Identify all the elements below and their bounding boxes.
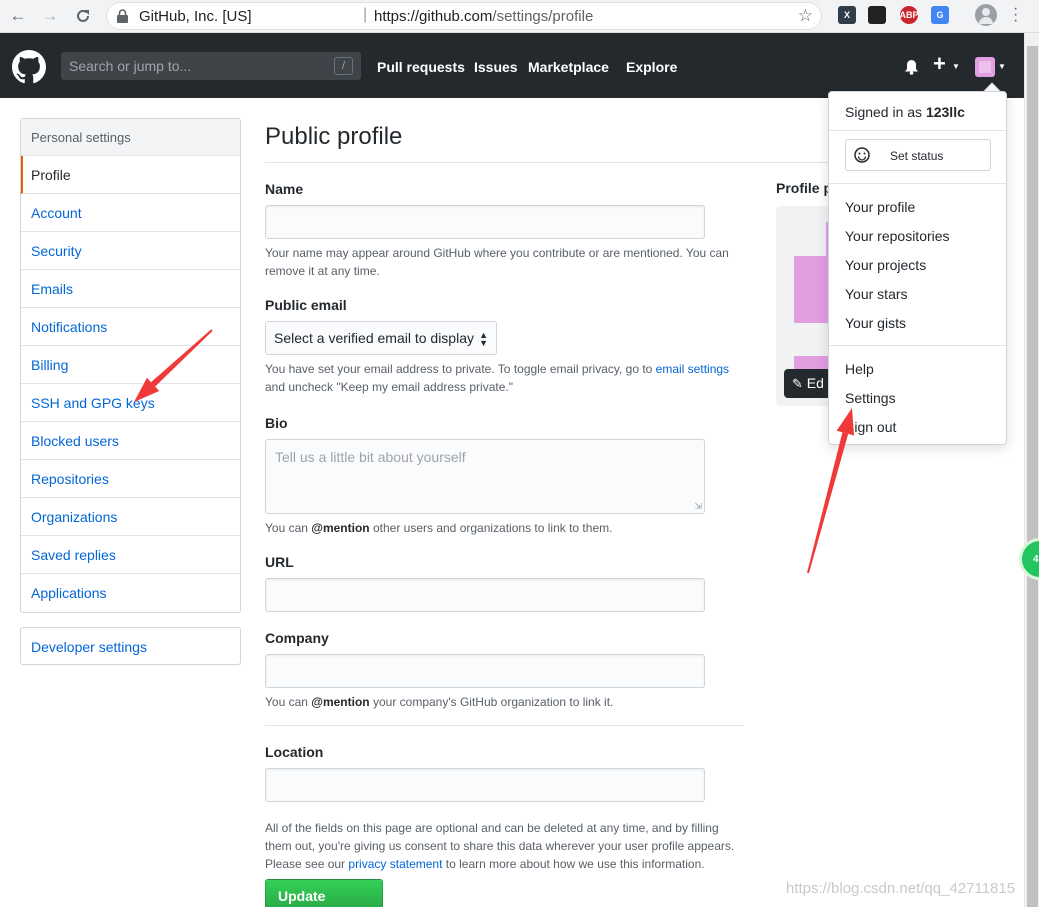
email-settings-link[interactable]: email settings <box>656 362 729 376</box>
sidebar-item-repositories[interactable]: Repositories <box>21 460 240 498</box>
sidebar-item-security[interactable]: Security <box>21 232 240 270</box>
sidebar-item-developer-settings[interactable]: Developer settings <box>20 627 241 665</box>
lock-icon <box>117 9 128 23</box>
github-header: Search or jump to... / Pull requests Iss… <box>0 33 1024 98</box>
update-profile-button[interactable]: Update profile <box>265 879 383 907</box>
bio-label: Bio <box>265 415 288 431</box>
sidebar-item-ssh-gpg-keys[interactable]: SSH and GPG keys <box>21 384 240 422</box>
settings-sidebar: Personal settings Profile Account Securi… <box>20 118 241 613</box>
url-path: /settings/profile <box>492 8 594 25</box>
adblock-icon[interactable]: ABP <box>900 6 919 24</box>
user-avatar[interactable] <box>975 57 995 77</box>
menu-item-your-repositories[interactable]: Your repositories <box>845 228 950 244</box>
dropdown-username: 123llc <box>925 104 965 120</box>
url-text: https://github.com/settings/profile <box>374 8 593 25</box>
menu-item-your-projects[interactable]: Your projects <box>845 257 926 273</box>
url-host: https://github.com <box>374 8 493 25</box>
x-ext-icon[interactable]: X <box>838 6 856 24</box>
nav-marketplace[interactable]: Marketplace <box>528 59 609 75</box>
omnibox-separator: | <box>363 6 368 23</box>
page-title: Public profile <box>265 123 403 150</box>
menu-item-your-gists[interactable]: Your gists <box>845 315 906 331</box>
select-arrows-icon: ▲ ▼ <box>479 330 488 348</box>
grid-ext-icon[interactable] <box>868 6 886 24</box>
signed-in-as: Signed in as 123llc <box>845 104 965 120</box>
dropdown-divider <box>829 130 1006 131</box>
sidebar-heading: Personal settings <box>21 119 240 156</box>
name-label: Name <box>265 181 304 197</box>
reload-icon[interactable] <box>71 4 95 28</box>
arrow-to-settings-shaft <box>807 432 849 574</box>
search-input[interactable]: Search or jump to... / <box>61 52 361 80</box>
set-status-label: Set status <box>890 149 944 163</box>
screenshot: ← → GitHub, Inc. [US] | https://github.c… <box>0 0 1039 907</box>
smiley-icon <box>854 147 870 163</box>
name-note: Your name may appear around GitHub where… <box>265 246 729 278</box>
sidebar-item-blocked-users[interactable]: Blocked users <box>21 422 240 460</box>
url-input[interactable] <box>265 578 705 612</box>
search-placeholder: Search or jump to... <box>69 58 192 74</box>
location-input[interactable] <box>265 768 705 802</box>
menu-item-your-stars[interactable]: Your stars <box>845 286 908 302</box>
company-label: Company <box>265 630 329 646</box>
bookmark-star-icon[interactable]: ☆ <box>798 6 813 26</box>
avatar-chevron-down-icon[interactable]: ▼ <box>998 62 1006 71</box>
plus-icon[interactable]: + <box>933 51 946 77</box>
bio-note: You can @mention other users and organiz… <box>265 521 613 535</box>
kebab-menu-icon[interactable]: · · · <box>1013 1 1018 29</box>
public-email-label: Public email <box>265 297 347 313</box>
pencil-icon: ✎ <box>792 376 803 391</box>
chevron-down-icon[interactable]: ▼ <box>952 62 960 71</box>
translate-icon[interactable]: G <box>931 6 949 24</box>
nav-issues[interactable]: Issues <box>474 59 518 75</box>
menu-item-settings[interactable]: Settings <box>845 390 896 406</box>
bio-placeholder: Tell us a little bit about yourself <box>275 449 466 465</box>
nav-pull-requests[interactable]: Pull requests <box>377 59 465 75</box>
sidebar-item-saved-replies[interactable]: Saved replies <box>21 536 240 574</box>
sidebar-item-billing[interactable]: Billing <box>21 346 240 384</box>
company-note: You can @mention your company's GitHub o… <box>265 695 614 709</box>
user-dropdown-menu: Signed in as 123llc Set status Your prof… <box>828 91 1007 445</box>
menu-item-your-profile[interactable]: Your profile <box>845 199 915 215</box>
address-bar[interactable]: GitHub, Inc. [US] | https://github.com/s… <box>106 2 822 30</box>
forward-arrow-icon[interactable]: → <box>38 4 62 28</box>
profile-avatar-icon[interactable] <box>975 4 997 26</box>
browser-toolbar: ← → GitHub, Inc. [US] | https://github.c… <box>0 0 1039 33</box>
location-label: Location <box>265 744 324 760</box>
back-arrow-icon[interactable]: ← <box>6 4 30 28</box>
floating-badge[interactable]: 49 <box>1019 538 1039 580</box>
bio-textarea[interactable]: Tell us a little bit about yourself ⇲ <box>265 439 705 514</box>
sidebar-item-profile[interactable]: Profile <box>21 156 240 194</box>
search-shortcut-hint: / <box>334 57 353 75</box>
watermark: https://blog.csdn.net/qq_42711815 <box>786 880 1016 897</box>
github-octocat-logo-icon[interactable] <box>12 50 46 84</box>
public-email-select-value: Select a verified email to display <box>274 330 474 346</box>
public-email-select[interactable]: Select a verified email to display ▲ ▼ <box>265 321 497 355</box>
bell-icon[interactable] <box>904 59 919 75</box>
sidebar-item-applications[interactable]: Applications <box>21 574 240 612</box>
profile-picture-label: Profile p <box>776 180 833 196</box>
menu-item-sign-out[interactable]: Sign out <box>845 419 896 435</box>
consent-note: All of the fields on this page are optio… <box>265 821 735 871</box>
name-input[interactable] <box>265 205 705 239</box>
url-label: URL <box>265 554 294 570</box>
form-divider <box>265 725 744 726</box>
sidebar-item-organizations[interactable]: Organizations <box>21 498 240 536</box>
scrollbar-thumb[interactable] <box>1027 46 1038 907</box>
nav-explore[interactable]: Explore <box>626 59 677 75</box>
email-note: You have set your email address to priva… <box>265 362 730 394</box>
edit-picture-label: Ed <box>806 375 824 391</box>
page-scrollbar[interactable] <box>1024 33 1039 907</box>
sidebar-item-emails[interactable]: Emails <box>21 270 240 308</box>
sidebar-item-account[interactable]: Account <box>21 194 240 232</box>
set-status-button[interactable]: Set status <box>845 139 991 171</box>
resize-handle-icon[interactable]: ⇲ <box>694 501 702 512</box>
sidebar-item-notifications[interactable]: Notifications <box>21 308 240 346</box>
site-identity: GitHub, Inc. [US] <box>139 8 252 25</box>
company-input[interactable] <box>265 654 705 688</box>
dropdown-divider <box>829 345 1006 346</box>
menu-item-help[interactable]: Help <box>845 361 874 377</box>
dropdown-divider <box>829 183 1006 184</box>
privacy-statement-link[interactable]: privacy statement <box>348 857 442 871</box>
